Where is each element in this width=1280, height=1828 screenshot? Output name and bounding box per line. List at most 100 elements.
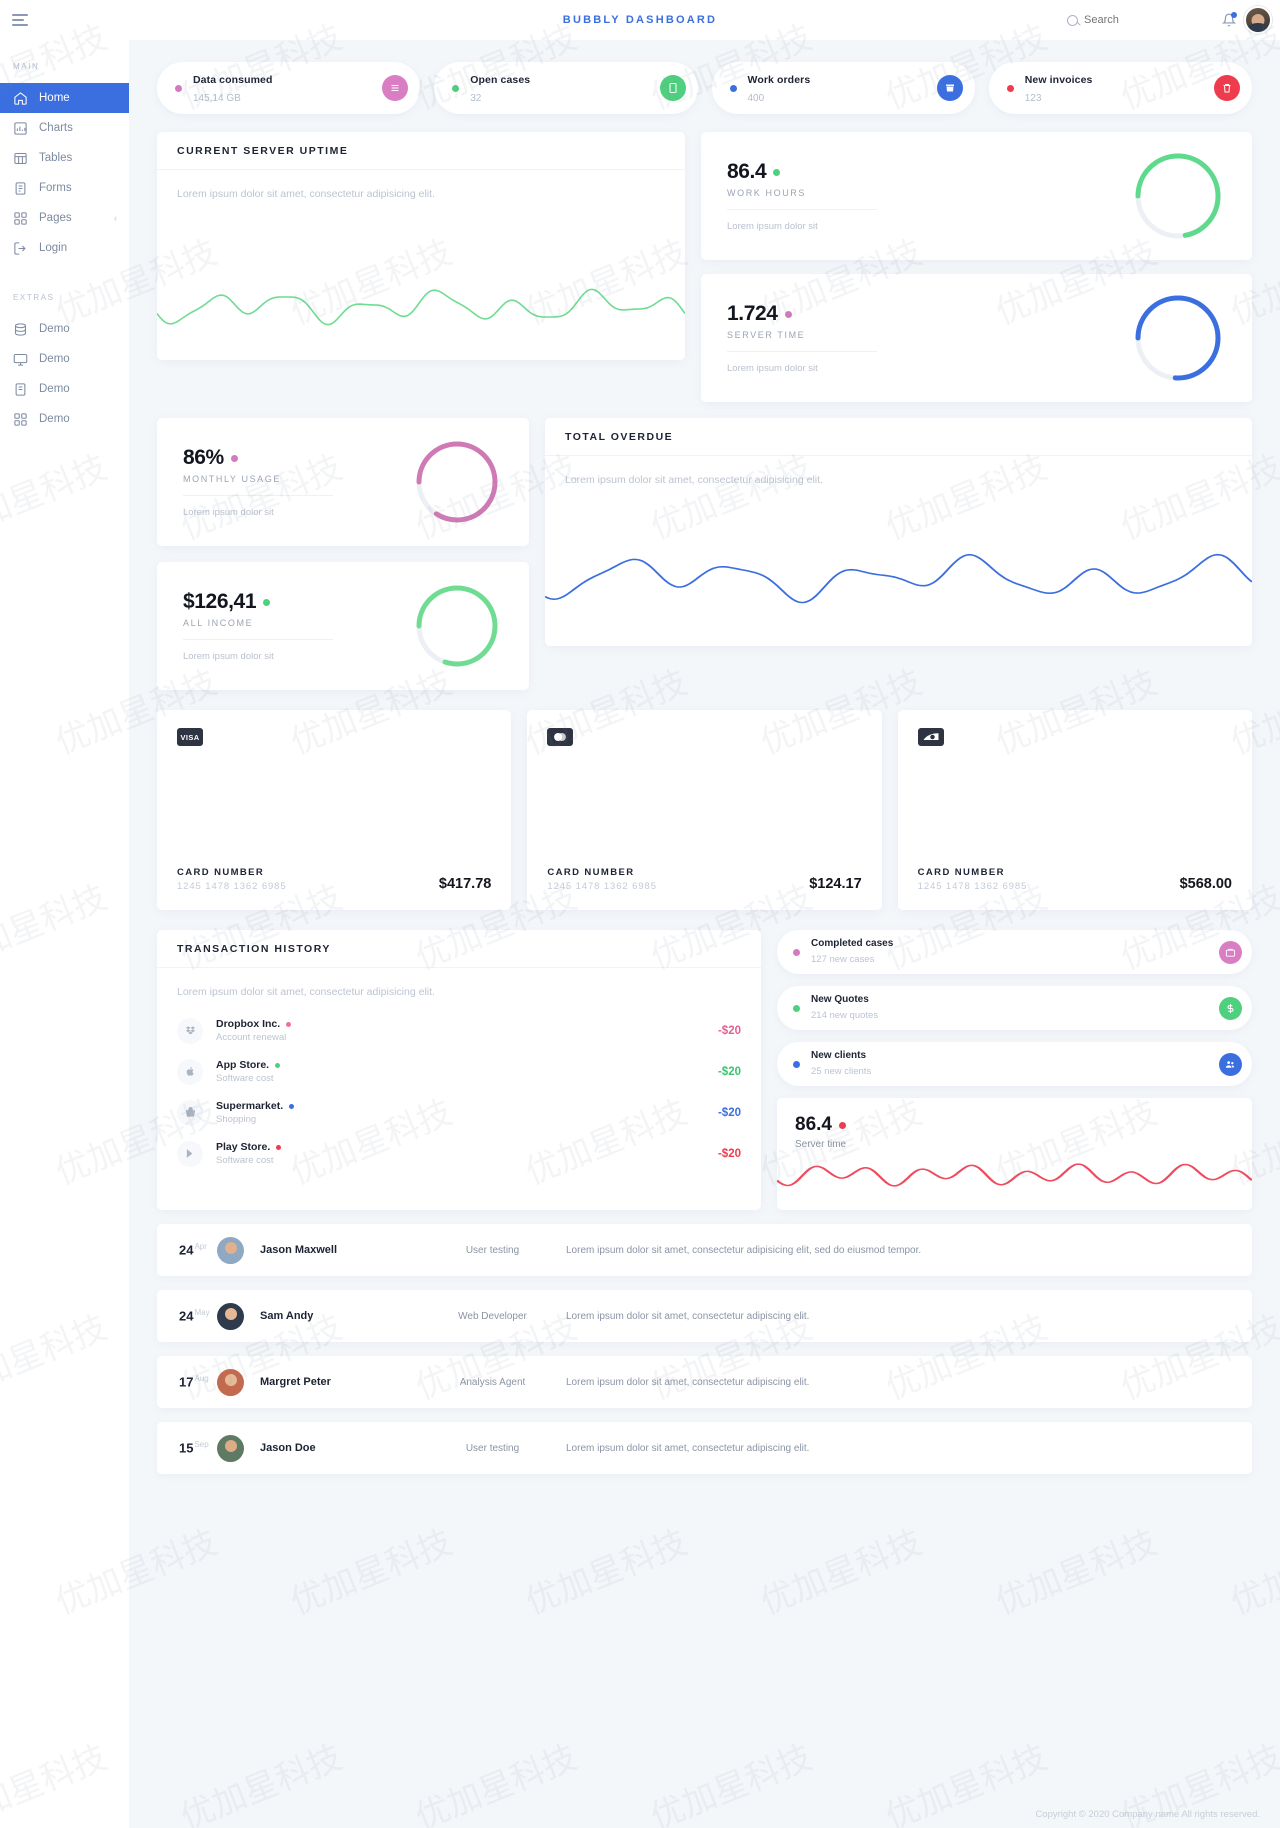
list-item[interactable]: Play Store. Software cost -$20 [177,1133,741,1174]
metric-label: MONTHLY USAGE [183,474,281,484]
list-item[interactable]: App Store. Software cost -$20 [177,1051,741,1092]
table-row[interactable]: 24May Sam Andy Web Developer Lorem ipsum… [157,1290,1252,1342]
sidebar-item-label: Demo [39,353,70,365]
sidebar-item-home[interactable]: Home [0,83,129,113]
monthly-usage-donut [411,436,503,528]
clipboard-icon [659,75,686,101]
users-icon [1219,1052,1242,1076]
sidebar-item-login[interactable]: Login [0,233,129,263]
status-dot [175,84,182,92]
activity-date: 17Aug [179,1374,209,1390]
bell-icon[interactable] [1221,12,1237,27]
total-overdue-card: TOTAL OVERDUE Lorem ipsum dolor sit amet… [545,418,1252,646]
activity-name: Margret Peter [260,1376,331,1388]
server-time-label: Server time [795,1139,847,1150]
money-icon [1219,996,1242,1020]
mini-chip-completed-cases[interactable]: Completed cases 127 new cases [777,930,1252,974]
stat-title: Work orders [747,74,811,86]
mini-chip-new-quotes[interactable]: New Quotes 214 new quotes [777,986,1252,1030]
avatar [217,1302,244,1330]
monthly-usage-card: 86% MONTHLY USAGE Lorem ipsum dolor sit [157,418,529,546]
avatar[interactable] [1244,6,1272,34]
discover-icon [917,728,944,746]
server-time-chart-card: 86.4 Server time [777,1098,1252,1210]
avatar [217,1236,244,1264]
table-row[interactable]: 15Sep Jason Doe User testing Lorem ipsum… [157,1422,1252,1474]
sidebar-item-pages[interactable]: Pages ‹ [0,203,129,233]
sidebar-item-tables[interactable]: Tables [0,143,129,173]
cart-icon [936,75,963,101]
sidebar-item-demo-2[interactable]: Demo [0,344,129,374]
metric-value: $126,41 [183,590,411,614]
list-icon [382,75,409,101]
server-time-card: 1.724 SERVER TIME Lorem ipsum dolor sit [701,274,1252,402]
chevron-left-icon[interactable]: ‹ [114,213,117,223]
stat-chip-work-orders[interactable]: Work orders 400 [711,62,975,114]
stat-chip-open-cases[interactable]: Open cases 32 [434,62,698,114]
basket-icon [177,1099,203,1126]
stat-chip-new-invoices[interactable]: New invoices 123 [988,62,1252,114]
table-row[interactable]: 24Apr Jason Maxwell User testing Lorem i… [157,1224,1252,1276]
sidebar-item-label: Demo [39,413,70,425]
activity-tag: Analysis Agent [459,1376,526,1388]
card-number-label: CARD NUMBER [917,867,1005,878]
sidebar-item-charts[interactable]: Charts [0,113,129,143]
list-item[interactable]: Supermarket. Shopping -$20 [177,1092,741,1133]
activity-tag: User testing [465,1442,520,1454]
transaction-history-card: TRANSACTION HISTORY Lorem ipsum dolor si… [157,930,761,1210]
server-time-sparkline [777,1163,1252,1187]
stat-chip-data-consumed[interactable]: Data consumed 145,14 GB [157,62,421,114]
notification-badge [1231,12,1237,18]
login-icon [13,241,28,256]
status-dot [729,84,737,92]
activity-text: Lorem ipsum dolor sit amet, consectetur … [566,1244,922,1256]
briefcase-icon [1219,940,1242,964]
uptime-sparkline [157,288,685,326]
credit-card-visa[interactable]: VISA CARD NUMBER 1245 1478 1362 6985 $41… [157,710,512,910]
activity-date: 15Sep [179,1440,209,1456]
search-input[interactable] [1084,14,1204,26]
stat-value: 400 [747,93,765,104]
stat-value: 32 [470,93,482,104]
server-time-donut [1130,290,1226,386]
avatar [217,1434,244,1462]
list-item[interactable]: Dropbox Inc. Account renewal -$20 [177,1010,741,1051]
home-icon [13,91,28,106]
metric-desc: Lorem ipsum dolor sit [183,651,274,662]
status-dot [793,948,800,956]
sidebar-item-label: Demo [39,323,70,335]
credit-cards-row: VISA CARD NUMBER 1245 1478 1362 6985 $41… [157,710,1252,910]
transaction-amount: -$20 [717,1065,741,1078]
avatar [217,1368,244,1396]
sidebar-item-demo-4[interactable]: Demo [0,404,129,434]
stat-chip-row: Data consumed 145,14 GB Open cases 32 Wo… [157,62,1252,114]
activity-date: 24May [179,1308,210,1324]
metric-desc: Lorem ipsum dolor sit [727,221,818,232]
sidebar-item-forms[interactable]: Forms [0,173,129,203]
card-subtitle: Lorem ipsum dolor sit amet, consectetur … [177,188,435,200]
credit-card-discover[interactable]: CARD NUMBER 1245 1478 1362 6985 $568.00 [897,710,1252,910]
card-title: CURRENT SERVER UPTIME [157,132,685,170]
card-number-value: 1245 1478 1362 6985 [547,881,657,892]
metric-label: SERVER TIME [727,330,806,340]
activity-name: Jason Doe [260,1442,316,1454]
sidebar-item-label: Tables [39,152,73,164]
visa-icon: VISA [177,728,203,746]
table-row[interactable]: 17Aug Margret Peter Analysis Agent Lorem… [157,1356,1252,1408]
sidebar-item-demo-1[interactable]: Demo [0,314,129,344]
search-box[interactable] [1067,14,1204,26]
mini-chip-sub: 214 new quotes [811,1009,879,1021]
sidebar-item-label: Forms [39,182,72,194]
table-icon [13,151,28,166]
transaction-amount: -$20 [717,1024,741,1037]
play-icon [177,1140,203,1167]
credit-card-mastercard[interactable]: CARD NUMBER 1245 1478 1362 6985 $124.17 [527,710,882,910]
main-content: Data consumed 145,14 GB Open cases 32 Wo… [129,40,1280,1828]
server-time-value: 86.4 [795,1114,1234,1136]
mini-chip-title: New Quotes [811,993,869,1005]
status-dot [793,1004,800,1012]
sidebar-item-demo-3[interactable]: Demo [0,374,129,404]
card-amount: $124.17 [809,876,862,892]
mini-chip-new-clients[interactable]: New clients 25 new clients [777,1042,1252,1086]
transaction-desc: Software cost [216,1073,274,1084]
